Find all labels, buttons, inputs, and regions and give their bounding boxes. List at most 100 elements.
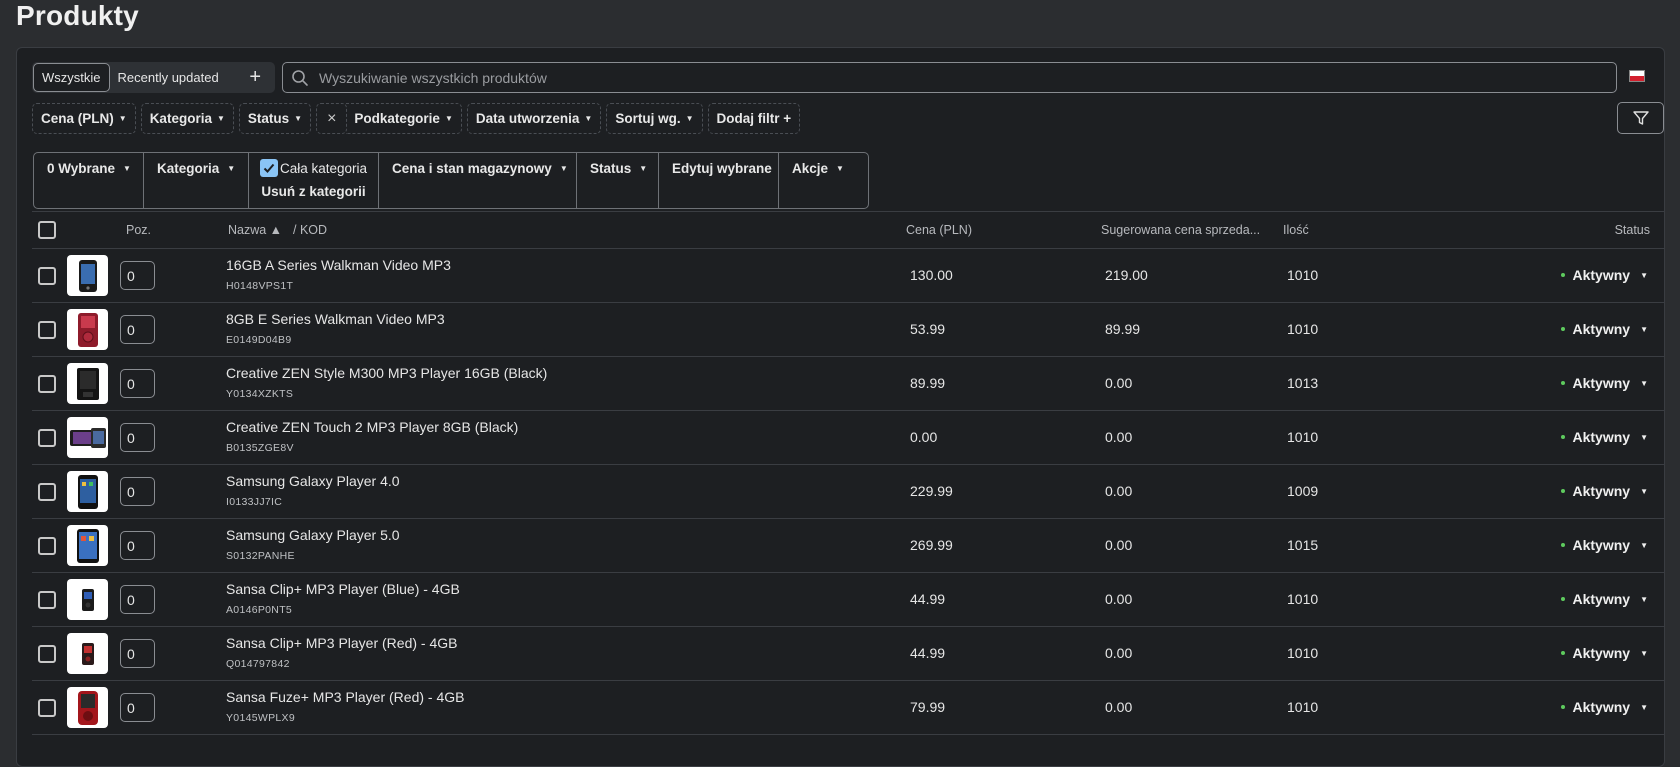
- product-price[interactable]: 0.00: [910, 429, 937, 445]
- product-price[interactable]: 44.99: [910, 591, 945, 607]
- product-name[interactable]: 16GB A Series Walkman Video MP3: [226, 257, 451, 273]
- position-input[interactable]: [120, 315, 155, 344]
- product-name[interactable]: Samsung Galaxy Player 4.0: [226, 473, 400, 489]
- product-suggested-price[interactable]: 0.00: [1105, 429, 1132, 445]
- selected-count-dropdown[interactable]: 0 Wybrane ▼: [34, 153, 144, 208]
- product-name[interactable]: 8GB E Series Walkman Video MP3: [226, 311, 445, 327]
- product-suggested-price[interactable]: 0.00: [1105, 699, 1132, 715]
- product-thumbnail[interactable]: [67, 633, 108, 674]
- edit-selected-button[interactable]: Edytuj wybrane: [659, 153, 779, 208]
- product-price[interactable]: 269.99: [910, 537, 953, 553]
- product-name[interactable]: Sansa Clip+ MP3 Player (Red) - 4GB: [226, 635, 457, 651]
- product-quantity[interactable]: 1015: [1287, 537, 1318, 553]
- remove-from-category-button[interactable]: Usuń z kategorii: [261, 184, 365, 199]
- position-input[interactable]: [120, 693, 155, 722]
- filter-category[interactable]: Kategoria ▼: [140, 103, 234, 134]
- product-quantity[interactable]: 1009: [1287, 483, 1318, 499]
- row-checkbox[interactable]: [38, 699, 56, 717]
- row-checkbox[interactable]: [38, 267, 56, 285]
- poland-flag-icon[interactable]: [1629, 70, 1645, 82]
- price-stock-dropdown[interactable]: Cena i stan magazynowy ▼: [379, 153, 577, 208]
- product-name[interactable]: Creative ZEN Style M300 MP3 Player 16GB …: [226, 365, 547, 381]
- row-checkbox[interactable]: [38, 591, 56, 609]
- product-status-dropdown[interactable]: Aktywny ▼: [1560, 267, 1648, 283]
- product-price[interactable]: 130.00: [910, 267, 953, 283]
- product-quantity[interactable]: 1010: [1287, 699, 1318, 715]
- filter-bar: Cena (PLN) ▼ Kategoria ▼ Status ▼ × Podkate…: [32, 103, 801, 134]
- filter-status[interactable]: Status ▼: [238, 103, 312, 134]
- product-quantity[interactable]: 1010: [1287, 645, 1318, 661]
- tab-all[interactable]: Wszystkie: [33, 63, 110, 92]
- product-quantity[interactable]: 1010: [1287, 429, 1318, 445]
- position-input[interactable]: [120, 639, 155, 668]
- product-suggested-price[interactable]: 0.00: [1105, 483, 1132, 499]
- product-thumbnail[interactable]: [67, 363, 108, 404]
- product-price[interactable]: 44.99: [910, 645, 945, 661]
- position-input[interactable]: [120, 477, 155, 506]
- product-name[interactable]: Sansa Fuze+ MP3 Player (Red) - 4GB: [226, 689, 465, 705]
- actions-dropdown[interactable]: Akcje ▼: [779, 153, 868, 208]
- product-name[interactable]: Sansa Clip+ MP3 Player (Blue) - 4GB: [226, 581, 460, 597]
- product-status-dropdown[interactable]: Aktywny ▼: [1560, 645, 1648, 661]
- product-thumbnail[interactable]: [67, 687, 108, 728]
- row-checkbox[interactable]: [38, 429, 56, 447]
- product-thumbnail[interactable]: [67, 309, 108, 350]
- whole-category-toggle[interactable]: Cała kategoria: [259, 159, 367, 177]
- row-checkbox[interactable]: [38, 321, 56, 339]
- product-thumbnail[interactable]: [67, 255, 108, 296]
- product-thumbnail[interactable]: [67, 525, 108, 566]
- filter-subcategories[interactable]: Podkategorie ▼: [346, 103, 462, 134]
- bulk-status-dropdown[interactable]: Status ▼: [577, 153, 659, 208]
- clear-filter-button[interactable]: ×: [316, 103, 348, 134]
- chevron-down-icon: ▼: [685, 114, 694, 123]
- product-status-dropdown[interactable]: Aktywny ▼: [1560, 321, 1648, 337]
- product-suggested-price[interactable]: 0.00: [1105, 591, 1132, 607]
- add-filter-button[interactable]: Dodaj filtr +: [707, 103, 801, 134]
- product-suggested-price[interactable]: 0.00: [1105, 537, 1132, 553]
- product-status: Aktywny: [1572, 321, 1631, 337]
- product-status-dropdown[interactable]: Aktywny ▼: [1560, 699, 1648, 715]
- col-name-sort[interactable]: Nazwa ▲: [228, 223, 282, 237]
- row-checkbox[interactable]: [38, 375, 56, 393]
- product-status-dropdown[interactable]: Aktywny ▼: [1560, 429, 1648, 445]
- product-suggested-price[interactable]: 0.00: [1105, 375, 1132, 391]
- filter-toggle-button[interactable]: [1617, 102, 1664, 134]
- sort-by[interactable]: Sortuj wg. ▼: [606, 103, 703, 134]
- product-thumbnail[interactable]: [67, 579, 108, 620]
- position-input[interactable]: [120, 423, 155, 452]
- product-price[interactable]: 229.99: [910, 483, 953, 499]
- product-price[interactable]: 79.99: [910, 699, 945, 715]
- product-price[interactable]: 89.99: [910, 375, 945, 391]
- product-suggested-price[interactable]: 219.00: [1105, 267, 1148, 283]
- filter-price[interactable]: Cena (PLN) ▼: [32, 103, 136, 134]
- position-input[interactable]: [120, 261, 155, 290]
- product-quantity[interactable]: 1010: [1287, 321, 1318, 337]
- tab-recently-updated[interactable]: Recently updated: [110, 63, 227, 92]
- product-suggested-price[interactable]: 0.00: [1105, 645, 1132, 661]
- position-input[interactable]: [120, 585, 155, 614]
- row-checkbox[interactable]: [38, 483, 56, 501]
- bulk-category-dropdown[interactable]: Kategoria ▼: [144, 153, 249, 208]
- product-quantity[interactable]: 1010: [1287, 267, 1318, 283]
- product-price[interactable]: 53.99: [910, 321, 945, 337]
- product-quantity[interactable]: 1010: [1287, 591, 1318, 607]
- product-status-dropdown[interactable]: Aktywny ▼: [1560, 591, 1648, 607]
- product-status: Aktywny: [1572, 429, 1631, 445]
- filter-created-date[interactable]: Data utworzenia ▼: [466, 103, 602, 134]
- row-checkbox[interactable]: [38, 645, 56, 663]
- search-input[interactable]: [317, 68, 1616, 87]
- product-suggested-price[interactable]: 89.99: [1105, 321, 1140, 337]
- product-status-dropdown[interactable]: Aktywny ▼: [1560, 483, 1648, 499]
- product-quantity[interactable]: 1013: [1287, 375, 1318, 391]
- product-status-dropdown[interactable]: Aktywny ▼: [1560, 375, 1648, 391]
- product-name[interactable]: Creative ZEN Touch 2 MP3 Player 8GB (Bla…: [226, 419, 518, 435]
- product-status-dropdown[interactable]: Aktywny ▼: [1560, 537, 1648, 553]
- position-input[interactable]: [120, 369, 155, 398]
- product-thumbnail[interactable]: [67, 417, 108, 458]
- product-name[interactable]: Samsung Galaxy Player 5.0: [226, 527, 400, 543]
- product-thumbnail[interactable]: [67, 471, 108, 512]
- select-all-checkbox[interactable]: [38, 221, 56, 239]
- position-input[interactable]: [120, 531, 155, 560]
- row-checkbox[interactable]: [38, 537, 56, 555]
- add-view-button[interactable]: +: [235, 63, 275, 92]
